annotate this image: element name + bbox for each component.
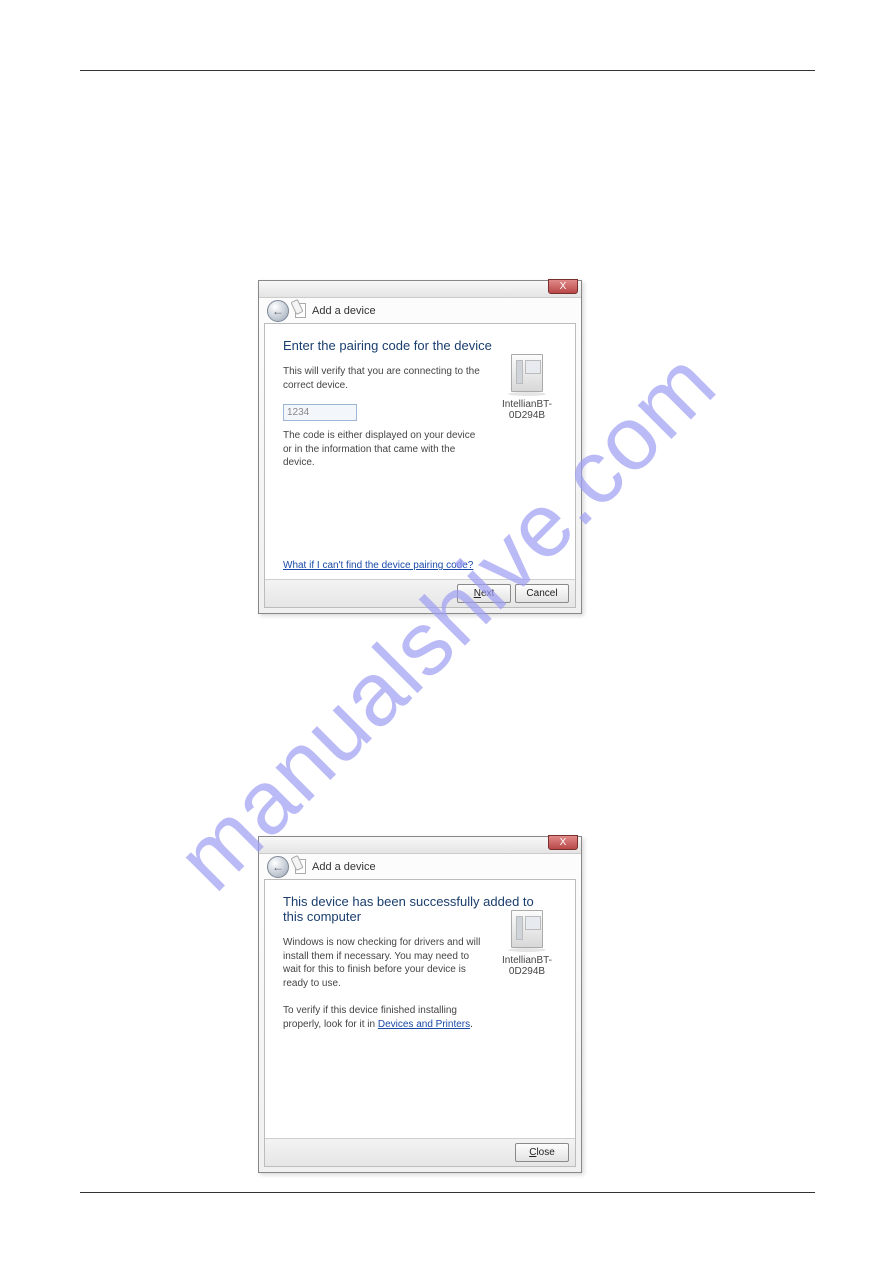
page-bottom-rule: [80, 1192, 815, 1193]
dialog-footer: Close: [265, 1138, 575, 1166]
devices-and-printers-link[interactable]: Devices and Printers: [378, 1019, 470, 1030]
wizard-icon: [295, 859, 306, 874]
dialog-footer: Next Cancel: [265, 579, 575, 607]
device-preview: IntellianBT-0D294B: [497, 354, 557, 421]
page-top-rule: [80, 70, 815, 71]
verify-suffix: .: [470, 1019, 473, 1030]
pairing-subtitle: This will verify that you are connecting…: [283, 365, 483, 392]
pairing-code-input[interactable]: [283, 404, 357, 421]
device-name-label: IntellianBT-0D294B: [497, 955, 557, 977]
titlebar: X: [259, 281, 581, 298]
verify-row: To verify if this device finished instal…: [283, 1004, 483, 1031]
device-shadow: [508, 948, 546, 952]
close-button-label-tail: lose: [536, 1147, 554, 1158]
arrow-left-icon: ←: [272, 860, 284, 874]
titlebar: X: [259, 837, 581, 854]
cancel-button[interactable]: Cancel: [515, 584, 569, 603]
device-preview: IntellianBT-0D294B: [497, 910, 557, 977]
device-name-label: IntellianBT-0D294B: [497, 399, 557, 421]
wizard-icon: [295, 303, 306, 318]
window-close-button[interactable]: X: [548, 279, 578, 294]
pairing-hint: The code is either displayed on your dev…: [283, 429, 483, 470]
dialog-content: Enter the pairing code for the device Th…: [264, 323, 576, 608]
wizard-title: Add a device: [312, 305, 376, 317]
pairing-help-link[interactable]: What if I can't find the device pairing …: [283, 560, 473, 571]
help-link-row: What if I can't find the device pairing …: [283, 559, 557, 571]
wizard-header: ← Add a device: [259, 298, 581, 323]
back-button[interactable]: ←: [267, 300, 289, 322]
add-device-dialog-success: X ← Add a device This device has been su…: [258, 836, 582, 1173]
computer-tower-icon: [511, 910, 543, 948]
back-button[interactable]: ←: [267, 856, 289, 878]
add-device-dialog-pairing: X ← Add a device Enter the pairing code …: [258, 280, 582, 614]
dialog-content: This device has been successfully added …: [264, 879, 576, 1167]
arrow-left-icon: ←: [272, 304, 284, 318]
window-close-button[interactable]: X: [548, 835, 578, 850]
next-button-label-tail: ext: [481, 588, 494, 599]
next-button[interactable]: Next: [457, 584, 511, 603]
success-body: Windows is now checking for drivers and …: [283, 936, 483, 990]
computer-tower-icon: [511, 354, 543, 392]
pairing-headline: Enter the pairing code for the device: [283, 338, 557, 353]
close-button[interactable]: Close: [515, 1143, 569, 1162]
wizard-title: Add a device: [312, 861, 376, 873]
wizard-header: ← Add a device: [259, 854, 581, 879]
device-shadow: [508, 392, 546, 396]
